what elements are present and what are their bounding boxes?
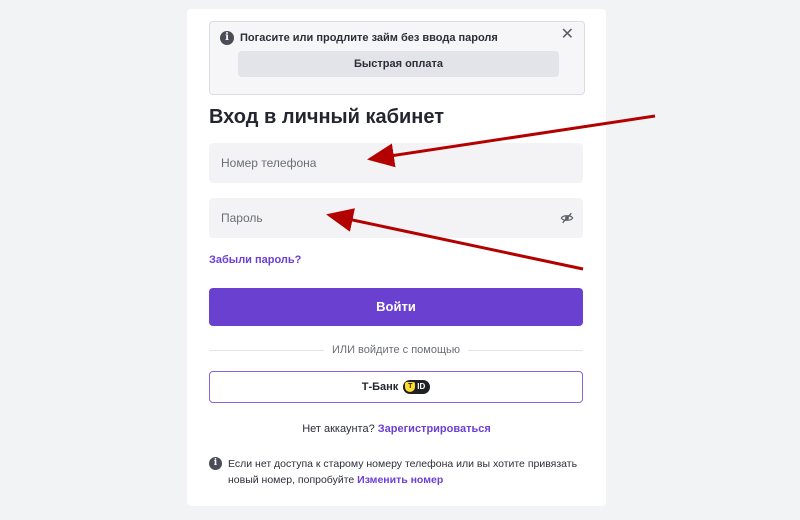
info-icon: i — [220, 31, 234, 45]
register-row: Нет аккаунта? Зарегистрироваться — [187, 423, 606, 435]
register-link[interactable]: Зарегистрироваться — [378, 423, 491, 435]
page-title: Вход в личный кабинет — [209, 106, 444, 128]
tbank-label: Т-Банк — [361, 381, 399, 393]
eye-off-icon[interactable] — [560, 211, 574, 225]
login-button[interactable]: Войти — [209, 288, 583, 326]
tbank-shield-icon: Т — [405, 382, 416, 392]
quick-pay-button[interactable]: Быстрая оплата — [238, 51, 559, 77]
close-icon[interactable]: ✕ — [561, 26, 574, 44]
register-prompt: Нет аккаунта? — [302, 423, 375, 435]
password-input[interactable] — [209, 198, 583, 238]
tbank-badge-text: ID — [417, 382, 426, 391]
divider-line-right — [468, 350, 583, 351]
or-divider: ИЛИ войдите с помощью — [209, 343, 583, 357]
forgot-password-link[interactable]: Забыли пароль? — [209, 254, 301, 266]
info-icon: i — [209, 457, 222, 470]
phone-field — [209, 143, 583, 183]
tbank-id-badge: Т ID — [403, 380, 431, 394]
phone-input[interactable] — [209, 143, 583, 183]
notice-text: Погасите или продлите займ без ввода пар… — [240, 32, 498, 44]
change-number-link[interactable]: Изменить номер — [357, 474, 443, 486]
tbank-id-button[interactable]: Т-Банк Т ID — [209, 371, 583, 403]
login-card: i Погасите или продлите займ без ввода п… — [187, 9, 606, 506]
change-number-note: i Если нет доступа к старому номеру теле… — [209, 456, 589, 488]
password-field — [209, 198, 583, 238]
note-text: Если нет доступа к старому номеру телефо… — [228, 456, 589, 488]
quick-pay-notice: i Погасите или продлите займ без ввода п… — [209, 21, 585, 95]
